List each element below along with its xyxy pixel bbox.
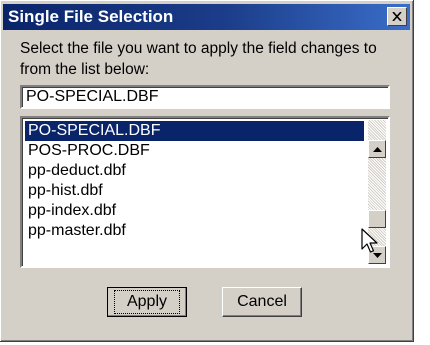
file-name-input[interactable] xyxy=(20,85,390,109)
title-bar[interactable]: Single File Selection xyxy=(3,4,410,30)
cancel-button[interactable]: Cancel xyxy=(222,287,302,317)
apply-button-label: Apply xyxy=(113,290,181,314)
list-item[interactable]: pp-hist.dbf xyxy=(25,181,364,201)
mouse-pointer-icon xyxy=(361,228,378,253)
close-button[interactable] xyxy=(387,7,407,26)
apply-button[interactable]: Apply xyxy=(107,287,187,317)
instruction-text: Select the file you want to apply the fi… xyxy=(20,40,377,78)
scrollbar-thumb[interactable] xyxy=(368,210,386,228)
list-item[interactable]: pp-master.dbf xyxy=(25,221,364,241)
dialog-title: Single File Selection xyxy=(8,7,174,26)
list-item[interactable]: pp-index.dbf xyxy=(25,201,364,221)
list-item[interactable]: pp-deduct.dbf xyxy=(25,161,364,181)
arrow-up-icon xyxy=(372,146,382,152)
scroll-up-button[interactable] xyxy=(368,140,386,158)
file-listbox[interactable]: PO-SPECIAL.DBF POS-PROC.DBF pp-deduct.db… xyxy=(20,116,390,268)
list-item[interactable]: PO-SPECIAL.DBF xyxy=(25,121,364,141)
list-item[interactable]: POS-PROC.DBF xyxy=(25,141,364,161)
close-icon xyxy=(392,12,402,21)
single-file-selection-dialog: Single File Selection Select the file yo… xyxy=(0,0,414,342)
